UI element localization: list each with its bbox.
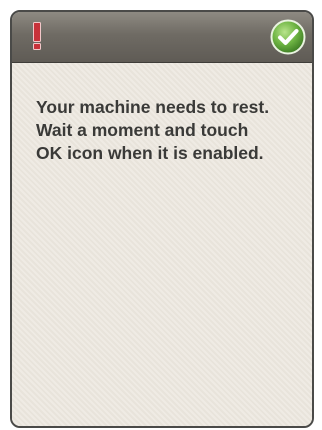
- dialog-body: Your machine needs to rest. Wait a momen…: [12, 63, 312, 426]
- ok-button[interactable]: [270, 19, 306, 55]
- dialog-title-bar: [12, 12, 312, 63]
- exclamation-icon: [33, 22, 41, 50]
- rest-dialog: Your machine needs to rest. Wait a momen…: [10, 10, 314, 428]
- rest-message: Your machine needs to rest. Wait a momen…: [36, 97, 270, 163]
